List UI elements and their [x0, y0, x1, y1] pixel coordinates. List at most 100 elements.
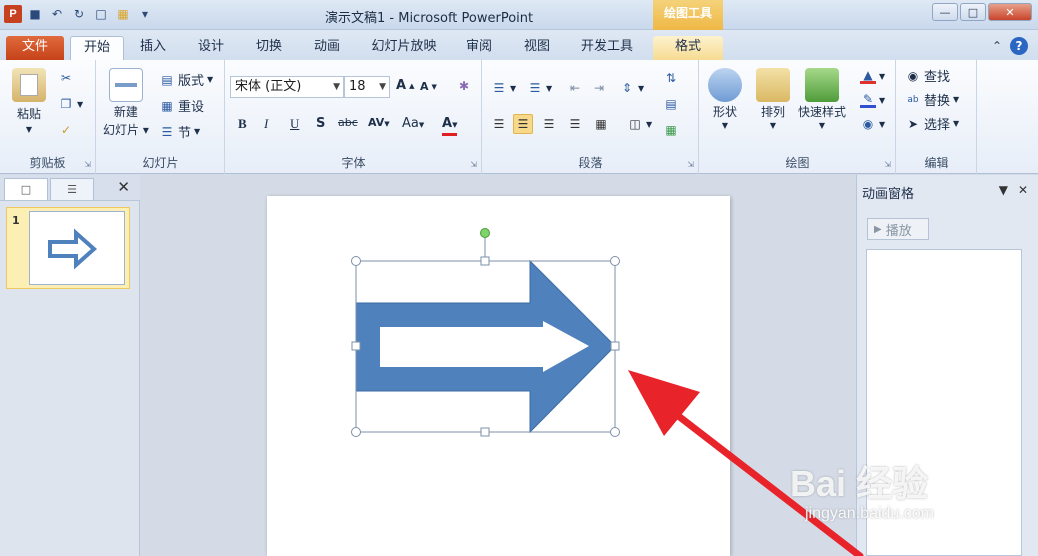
- reset-icon: ▦: [161, 98, 173, 113]
- font-name-select[interactable]: 宋体 (正文) ▼: [230, 76, 344, 98]
- text-direction-icon: ⇅: [665, 71, 677, 85]
- find-button[interactable]: ◉ 查找: [905, 66, 950, 86]
- align-center-icon: ☰: [517, 117, 529, 131]
- close-animation-pane-icon[interactable]: ✕: [1018, 183, 1028, 197]
- decrease-indent-button[interactable]: ⇤: [567, 80, 583, 96]
- powerpoint-logo-icon[interactable]: P: [4, 5, 22, 23]
- resize-handle-right[interactable]: [610, 341, 620, 351]
- tab-developer[interactable]: 开发工具: [572, 36, 642, 60]
- minimize-button[interactable]: —: [932, 3, 958, 21]
- select-button[interactable]: ➤ 选择 ▼: [905, 114, 959, 134]
- columns-icon: ◫: [629, 117, 641, 131]
- distribute-button[interactable]: ▦: [593, 116, 609, 132]
- character-spacing-button[interactable]: AV▼: [368, 116, 390, 129]
- slide-canvas[interactable]: [267, 196, 730, 556]
- increase-indent-icon: ⇥: [593, 81, 605, 95]
- slides-tab[interactable]: □: [4, 178, 48, 200]
- font-launcher-icon[interactable]: ⇲: [470, 160, 477, 169]
- text-direction-button[interactable]: ⇅: [663, 70, 679, 86]
- align-left-button[interactable]: ☰: [491, 116, 507, 132]
- align-center-button[interactable]: ☰: [513, 114, 533, 134]
- drawing-launcher-icon[interactable]: ⇲: [884, 160, 891, 169]
- replace-button[interactable]: ab 替换 ▼: [905, 90, 959, 109]
- help-icon[interactable]: ?: [1010, 37, 1028, 55]
- resize-handle-bottom[interactable]: [480, 427, 490, 437]
- align-text-button[interactable]: ▤: [663, 96, 679, 112]
- play-button[interactable]: ▶ 播放: [867, 218, 929, 240]
- undo-icon[interactable]: ↶: [48, 5, 66, 23]
- new-file-icon[interactable]: □: [92, 5, 110, 23]
- font-group: 宋体 (正文) ▼ 18 ▼ A ▲ A ▼ ✱ B I U S abc AV▼ Aa▼…: [226, 60, 482, 174]
- tab-design[interactable]: 设计: [188, 36, 234, 60]
- clear-format-icon[interactable]: ✱: [456, 78, 472, 94]
- layout-button[interactable]: ▤ 版式 ▼: [159, 70, 213, 90]
- paragraph-launcher-icon[interactable]: ⇲: [687, 160, 694, 169]
- bold-button[interactable]: B: [238, 116, 247, 132]
- grow-font-button[interactable]: A ▲: [396, 78, 414, 93]
- tab-view[interactable]: 视图: [514, 36, 560, 60]
- resize-handle-bottom-right[interactable]: [610, 427, 620, 437]
- close-pane-icon[interactable]: ✕: [117, 178, 130, 196]
- shrink-font-button[interactable]: A ▼: [420, 80, 437, 93]
- italic-button[interactable]: I: [264, 116, 268, 132]
- line-spacing-button[interactable]: ⇕ ▼: [619, 80, 644, 96]
- paste-button[interactable]: 粘贴 ▼: [12, 68, 46, 134]
- reset-button[interactable]: ▦ 重设: [159, 96, 204, 116]
- strikethrough-button[interactable]: abc: [338, 116, 358, 129]
- shape-outline-button[interactable]: ✎ ▼: [860, 92, 885, 108]
- new-slide-button[interactable]: 新建 幻灯片 ▾: [103, 68, 149, 138]
- numbering-button[interactable]: ☰ ▼: [527, 80, 553, 96]
- save-icon[interactable]: ■: [26, 5, 44, 23]
- slide-thumbnail[interactable]: 1: [6, 207, 130, 289]
- tab-animations[interactable]: 动画: [304, 36, 350, 60]
- bullets-button[interactable]: ☰ ▼: [491, 80, 517, 96]
- resize-handle-left[interactable]: [351, 341, 361, 351]
- tab-insert[interactable]: 插入: [130, 36, 176, 60]
- smartart-button[interactable]: ▦: [663, 122, 679, 138]
- resize-handle-top-right[interactable]: [610, 256, 620, 266]
- tab-home[interactable]: 开始: [70, 36, 124, 60]
- rotation-handle[interactable]: [480, 228, 490, 238]
- clipboard-launcher-icon[interactable]: ⇲: [84, 160, 91, 169]
- shape-fill-button[interactable]: ▲ ▼: [860, 68, 885, 84]
- tab-review[interactable]: 审阅: [456, 36, 502, 60]
- copy-button[interactable]: ❐ ▼: [58, 96, 84, 112]
- quick-styles-button[interactable]: 快速样式 ▼: [798, 68, 846, 130]
- drawing-group-label: 绘图: [785, 156, 810, 170]
- tab-format[interactable]: 格式: [653, 36, 723, 60]
- slides-pane: □ ☰ ✕ 1: [0, 175, 140, 556]
- text-shadow-button[interactable]: S: [316, 116, 325, 131]
- format-painter-button[interactable]: ✓: [58, 122, 74, 138]
- increase-indent-button[interactable]: ⇥: [591, 80, 607, 96]
- align-right-button[interactable]: ☰: [541, 116, 557, 132]
- shape-effects-button[interactable]: ◉ ▼: [860, 116, 885, 132]
- resize-handle-bottom-left[interactable]: [351, 427, 361, 437]
- font-size-select[interactable]: 18 ▼: [344, 76, 390, 98]
- outline-tab[interactable]: ☰: [50, 178, 94, 200]
- maximize-button[interactable]: □: [960, 3, 986, 21]
- slides-group-label: 幻灯片: [142, 156, 179, 170]
- section-button[interactable]: ☰ 节 ▼: [159, 122, 201, 142]
- open-folder-icon[interactable]: ▦: [114, 5, 132, 23]
- section-icon: ☰: [161, 124, 173, 139]
- resize-handle-top[interactable]: [480, 256, 490, 266]
- change-case-button[interactable]: Aa▼: [402, 116, 424, 131]
- font-color-button[interactable]: A▼: [442, 116, 458, 136]
- shapes-button[interactable]: 形状 ▼: [708, 68, 742, 130]
- justify-button[interactable]: ☰: [567, 116, 583, 132]
- resize-handle-top-left[interactable]: [351, 256, 361, 266]
- underline-button[interactable]: U: [290, 116, 299, 132]
- collapse-ribbon-icon[interactable]: ⌃: [992, 39, 1002, 53]
- justify-icon: ☰: [569, 117, 581, 131]
- close-button[interactable]: ✕: [988, 3, 1032, 21]
- pane-options-icon[interactable]: ▼: [999, 183, 1008, 197]
- arrange-button[interactable]: 排列 ▼: [756, 68, 790, 130]
- tab-slideshow[interactable]: 幻灯片放映: [362, 36, 446, 60]
- tab-file[interactable]: 文件: [6, 36, 64, 60]
- replace-icon: ab: [907, 94, 919, 105]
- customize-toolbar-icon[interactable]: ▾: [136, 5, 154, 23]
- tab-transitions[interactable]: 切换: [246, 36, 292, 60]
- columns-button[interactable]: ◫ ▼: [627, 116, 652, 132]
- cut-button[interactable]: ✂: [58, 70, 74, 86]
- redo-icon[interactable]: ↻: [70, 5, 88, 23]
